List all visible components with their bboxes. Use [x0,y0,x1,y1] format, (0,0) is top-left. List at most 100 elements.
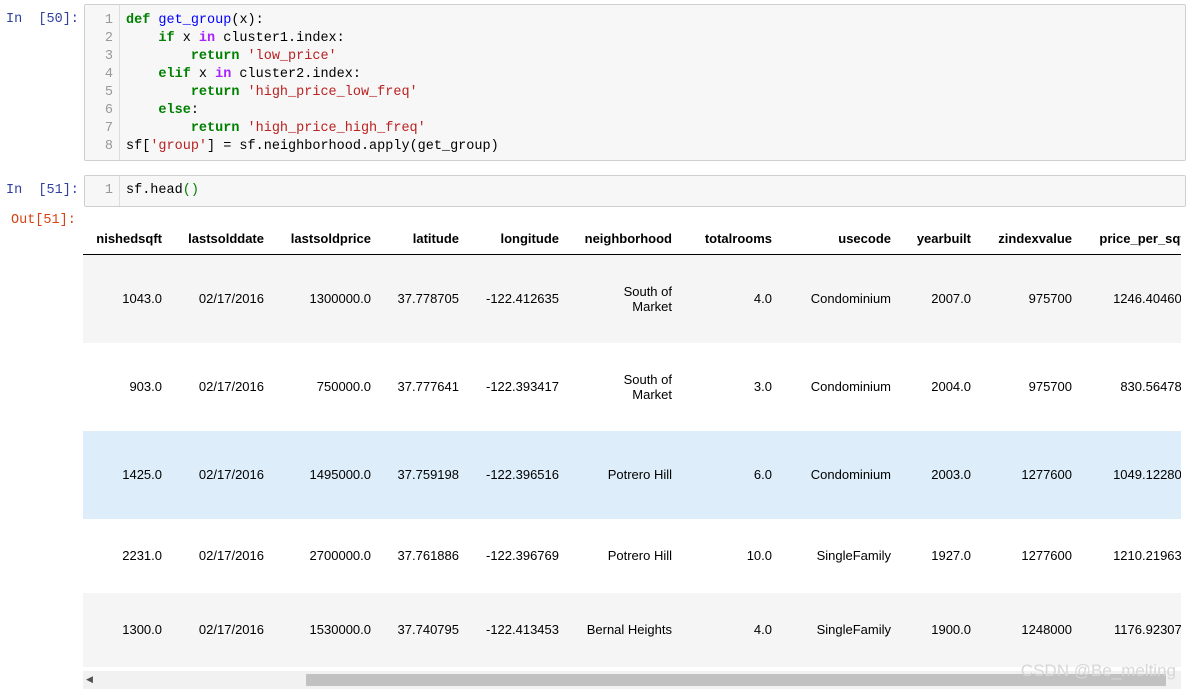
table-cell-yearbuilt: 2003.0 [931,467,971,482]
code-text[interactable]: else: [126,102,199,120]
table-cell-neighborhood: South of Market [623,283,672,314]
table-cell-totalrooms: 10.0 [746,548,772,563]
table-row: 1300.0 02/17/2016 1530000.0 37.740795 -122.4… [83,592,1181,667]
table-cell-zindexvalue: 975700 [1028,291,1072,307]
table-cell-lastsolddate: 02/17/2016 [198,291,264,307]
table-cell-zindexvalue: 1277600 [1021,467,1072,482]
table-cell-nishedsqft: 1425.0 [122,467,162,482]
table-cell-latitude: 37.759198 [397,467,459,482]
code-line[interactable]: 1 def get_group(x): [85,12,1185,30]
table-cell-neighborhood: Potrero Hill [607,548,672,563]
code-line[interactable]: 8 sf['group'] = sf.neighborhood.apply(get… [85,138,1185,156]
table-cell-nishedsqft: 1043.0 [122,291,162,307]
table-cell-usecode: Condominium [810,379,891,394]
table-cell-lastsolddate: 02/17/2016 [198,467,264,482]
code-line[interactable]: 7 return 'high_price_high_freq' [85,120,1185,138]
table-cell-zindexvalue: 1248000 [1021,622,1072,637]
watermark: CSDN @Be_melting [1020,661,1176,680]
table-cell-lastsoldprice: 1300000.0 [309,291,371,307]
code-text[interactable]: return 'high_price_low_freq' [126,84,418,102]
code-text[interactable]: sf.head() [126,182,199,200]
table-cell-price_per_sqft: 1246.404602 [1113,291,1181,307]
column-header-nishedsqft: nishedsqft [83,222,168,255]
table-header-row: nishedsqft lastsolddate lastsoldprice latit… [83,222,1181,255]
table-cell-nishedsqft: 2231.0 [122,548,162,563]
table-cell-totalrooms: 4.0 [753,291,772,307]
column-header-longitude: longitude [465,222,565,255]
table-cell-longitude: -122.413453 [485,622,559,637]
column-header-latitude: latitude [377,222,465,255]
column-header-zindexvalue: zindexvalue [977,222,1078,255]
table-cell-zindexvalue: 975700 [1028,379,1072,394]
line-number: 4 [104,67,113,82]
table-cell-longitude: -122.412635 [485,291,559,307]
line-number: 2 [104,31,113,46]
table-cell-nishedsqft: 903.0 [129,379,162,394]
table-row: 2231.0 02/17/2016 2700000.0 37.761886 -122.3… [83,518,1181,593]
table-cell-totalrooms: 3.0 [753,379,772,394]
table-cell-lastsoldprice: 2700000.0 [309,548,371,563]
table-cell-yearbuilt: 2004.0 [931,379,971,394]
code-text[interactable]: return 'low_price' [126,48,337,66]
column-header-usecode: usecode [778,222,897,255]
table-cell-lastsoldprice: 1495000.0 [309,467,371,482]
code-text[interactable]: def get_group(x): [126,12,264,30]
table-cell-neighborhood: Bernal Heights [586,622,672,637]
dataframe-output: nishedsqft lastsolddate lastsoldprice latit… [83,222,1181,668]
table-cell-longitude: -122.393417 [485,379,559,394]
line-number: 1 [104,183,113,198]
code-cell-50[interactable]: 1 def get_group(x): 2 if x in cluster1.ind… [84,4,1186,161]
code-cell-51[interactable]: 1 sf.head() [84,175,1186,207]
code-text[interactable]: sf['group'] = sf.neighborhood.apply(get_… [126,138,499,156]
table-cell-usecode: Condominium [810,467,891,482]
output-prompt-51: Out[51]: [11,213,76,228]
table-row: 903.0 02/17/2016 750000.0 37.777641 -122.393… [83,342,1181,431]
line-number: 7 [104,121,113,136]
input-prompt-50: In [50]: [6,12,79,27]
table-cell-yearbuilt: 2007.0 [931,291,971,307]
input-prompt-51: In [51]: [6,183,79,198]
table-cell-latitude: 37.777641 [397,379,459,394]
table-cell-price_per_sqft: 1176.923077 [1114,622,1181,637]
table-cell-latitude: 37.761886 [397,548,459,563]
table-cell-price_per_sqft: 830.564784 [1120,379,1181,394]
table-cell-totalrooms: 4.0 [753,622,772,637]
line-number: 1 [104,13,113,28]
table-cell-usecode: SingleFamily [816,548,891,563]
table-cell-neighborhood: South of Market [623,371,672,402]
code-line[interactable]: 3 return 'low_price' [85,48,1185,66]
table-cell-price_per_sqft: 1210.219632 [1113,548,1181,563]
code-line[interactable]: 1 sf.head() [85,182,1185,200]
table-cell-lastsolddate: 02/17/2016 [198,548,264,563]
code-line[interactable]: 4 elif x in cluster2.index: [85,66,1185,84]
dataframe-table: nishedsqft lastsolddate lastsoldprice latit… [83,222,1181,667]
table-cell-totalrooms: 6.0 [753,467,772,482]
table-cell-yearbuilt: 1927.0 [931,548,971,563]
table-cell-price_per_sqft: 1049.122807 [1113,467,1181,482]
scroll-left-arrow-icon[interactable]: ◀ [86,674,93,685]
column-header-yearbuilt: yearbuilt [897,222,977,255]
code-line[interactable]: 2 if x in cluster1.index: [85,30,1185,48]
code-line[interactable]: 6 else: [85,102,1185,120]
code-text[interactable]: return 'high_price_high_freq' [126,120,426,138]
line-number: 8 [104,139,113,154]
line-number: 3 [104,49,113,64]
column-header-price_per_sqft: price_per_sqft [1078,222,1181,255]
table-cell-lastsoldprice: 750000.0 [316,379,371,394]
column-header-totalrooms: totalrooms [678,222,778,255]
code-line[interactable]: 5 return 'high_price_low_freq' [85,84,1185,102]
line-number: 5 [104,85,113,100]
table-cell-lastsolddate: 02/17/2016 [198,379,264,394]
table-cell-latitude: 37.740795 [397,622,459,637]
code-text[interactable]: if x in cluster1.index: [126,30,344,48]
column-header-neighborhood: neighborhood [565,222,678,255]
code-text[interactable]: elif x in cluster2.index: [126,66,361,84]
column-header-lastsoldprice: lastsoldprice [270,222,377,255]
table-cell-lastsolddate: 02/17/2016 [198,622,264,637]
line-number: 6 [104,103,113,118]
table-cell-nishedsqft: 1300.0 [122,622,162,637]
table-cell-neighborhood: Potrero Hill [607,467,672,482]
table-row: 1425.0 02/17/2016 1495000.0 37.759198 -122.3… [83,430,1181,519]
horizontal-scrollbar[interactable]: ◀ [83,671,1181,689]
table-cell-usecode: Condominium [810,291,891,307]
